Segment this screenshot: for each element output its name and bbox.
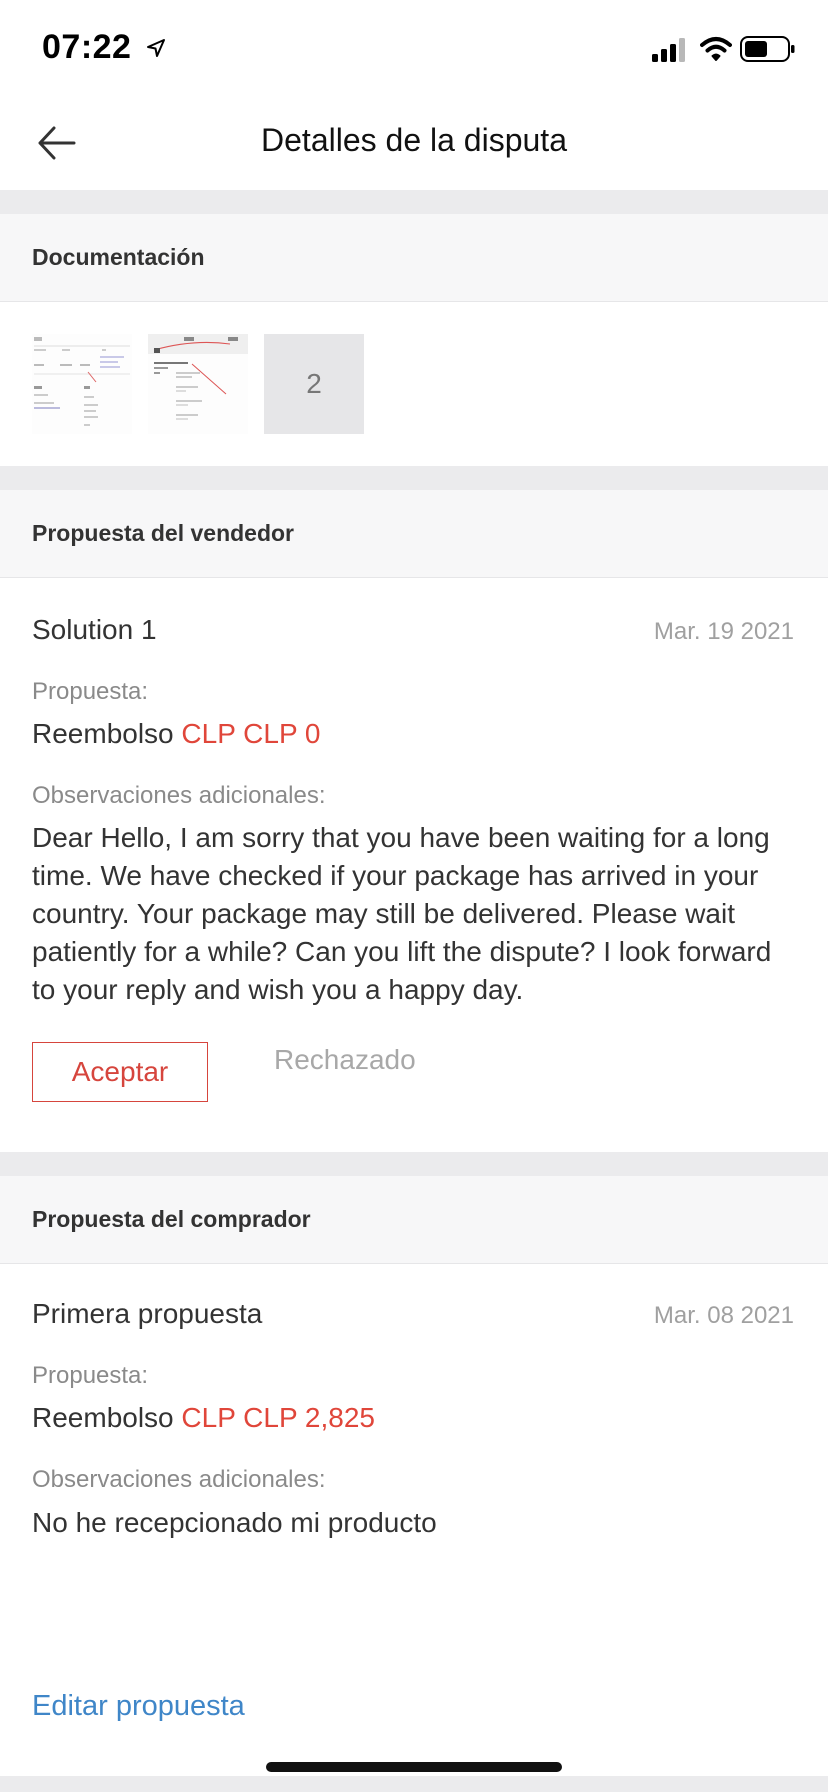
wifi-icon [700, 37, 732, 61]
document-screenshot-image [32, 334, 132, 434]
seller-proposal-label: Propuesta: [32, 678, 149, 705]
buyer-proposal-date: Mar. 08 2021 [653, 1302, 794, 1329]
buyer-proposal-title: Propuesta del comprador [32, 1206, 311, 1232]
location-arrow-icon [147, 39, 165, 57]
section-divider [0, 466, 828, 490]
seller-proposal-header: Propuesta del vendedor [0, 490, 828, 578]
buyer-proposal-header: Propuesta del comprador [0, 1176, 828, 1264]
document-screenshot-image [148, 334, 248, 434]
seller-proposal-title: Propuesta del vendedor [32, 520, 295, 546]
seller-notes-text: Dear Hello, I am sorry that you have bee… [32, 822, 772, 1005]
nav-bar: Detalles de la disputa [0, 96, 828, 190]
seller-solution-title: Solution 1 [32, 614, 157, 645]
more-documents-count[interactable]: 2 [264, 334, 364, 434]
buyer-notes-text: No he recepcionado mi producto [32, 1507, 437, 1538]
page-title: Detalles de la disputa [261, 122, 567, 158]
section-divider [0, 190, 828, 214]
buyer-notes-label: Observaciones adicionales: [32, 1466, 326, 1493]
cellular-signal-icon [652, 38, 685, 62]
section-divider [0, 1152, 828, 1176]
buyer-refund: Reembolso CLP CLP 2,825 [32, 1402, 375, 1434]
seller-refund: Reembolso CLP CLP 0 [32, 718, 320, 750]
document-thumbnail-2[interactable] [148, 334, 248, 434]
status-bar: 07:22 [0, 0, 828, 96]
seller-refund-label: Reembolso [32, 718, 174, 749]
buyer-refund-amount: CLP CLP 2,825 [181, 1402, 375, 1433]
seller-refund-amount: CLP CLP 0 [181, 718, 321, 749]
bottom-divider [0, 1776, 828, 1792]
buyer-solution-title: Primera propuesta [32, 1298, 263, 1329]
home-indicator[interactable] [266, 1762, 562, 1772]
seller-notes-label: Observaciones adicionales: [32, 782, 326, 809]
edit-proposal-link[interactable]: Editar propuesta [32, 1690, 245, 1723]
status-time: 07:22 [42, 28, 132, 66]
buyer-refund-label: Reembolso [32, 1402, 174, 1433]
documentation-title: Documentación [32, 244, 205, 270]
battery-icon [740, 36, 795, 62]
document-thumbnail-1[interactable] [32, 334, 132, 434]
buyer-proposal-label: Propuesta: [32, 1362, 149, 1389]
seller-proposal-date: Mar. 19 2021 [653, 618, 794, 645]
reject-status: Rechazado [274, 1044, 416, 1075]
accept-button[interactable]: Aceptar [32, 1042, 208, 1102]
documentation-header: Documentación [0, 214, 828, 302]
